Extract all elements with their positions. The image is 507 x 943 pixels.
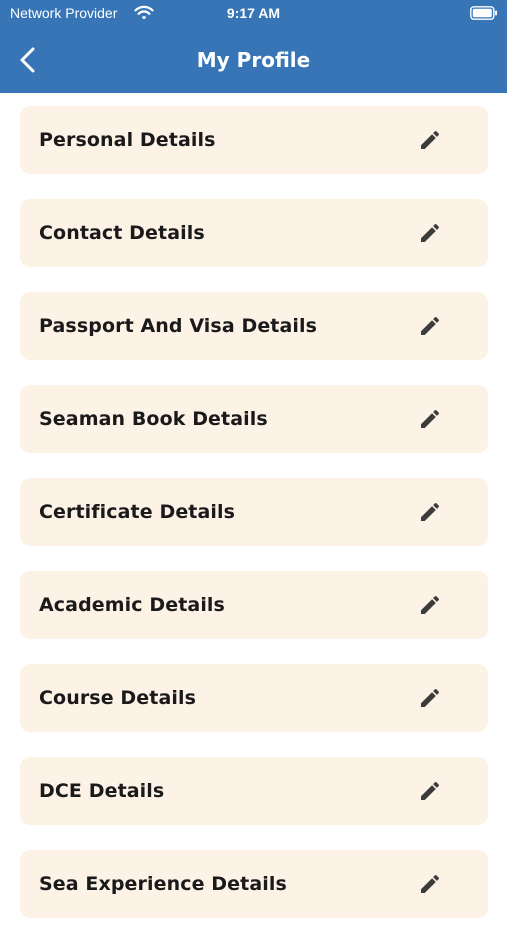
pencil-icon[interactable] <box>418 686 442 710</box>
section-seaman-book-details[interactable]: Seaman Book Details <box>20 385 488 453</box>
status-time: 9:17 AM <box>226 5 281 21</box>
section-label: Personal Details <box>39 129 216 151</box>
section-contact-details[interactable]: Contact Details <box>20 199 488 267</box>
pencil-icon[interactable] <box>418 314 442 338</box>
pencil-icon[interactable] <box>418 407 442 431</box>
app-header: Network Provider 9:17 AM My Profile <box>0 0 507 93</box>
section-academic-details[interactable]: Academic Details <box>20 571 488 639</box>
section-label: DCE Details <box>39 780 165 802</box>
profile-sections-list: Personal Details Contact Details Passpor… <box>20 106 488 943</box>
pencil-icon[interactable] <box>418 593 442 617</box>
section-personal-details[interactable]: Personal Details <box>20 106 488 174</box>
pencil-icon[interactable] <box>418 221 442 245</box>
pencil-icon[interactable] <box>418 128 442 152</box>
section-label: Course Details <box>39 687 196 709</box>
pencil-icon[interactable] <box>418 872 442 896</box>
section-certificate-details[interactable]: Certificate Details <box>20 478 488 546</box>
pencil-icon[interactable] <box>418 500 442 524</box>
section-label: Sea Experience Details <box>39 873 287 895</box>
section-passport-visa-details[interactable]: Passport And Visa Details <box>20 292 488 360</box>
section-label: Certificate Details <box>39 501 236 523</box>
section-sea-experience-details[interactable]: Sea Experience Details <box>20 850 488 918</box>
section-label: Seaman Book Details <box>39 408 268 430</box>
section-label: Passport And Visa Details <box>39 315 318 337</box>
battery-icon <box>470 6 497 20</box>
pencil-icon[interactable] <box>418 779 442 803</box>
section-label: Academic Details <box>39 594 225 616</box>
page-title: My Profile <box>196 48 311 72</box>
section-label: Contact Details <box>39 222 205 244</box>
section-dce-details[interactable]: DCE Details <box>20 757 488 825</box>
status-bar: Network Provider 9:17 AM <box>0 0 507 28</box>
section-course-details[interactable]: Course Details <box>20 664 488 732</box>
